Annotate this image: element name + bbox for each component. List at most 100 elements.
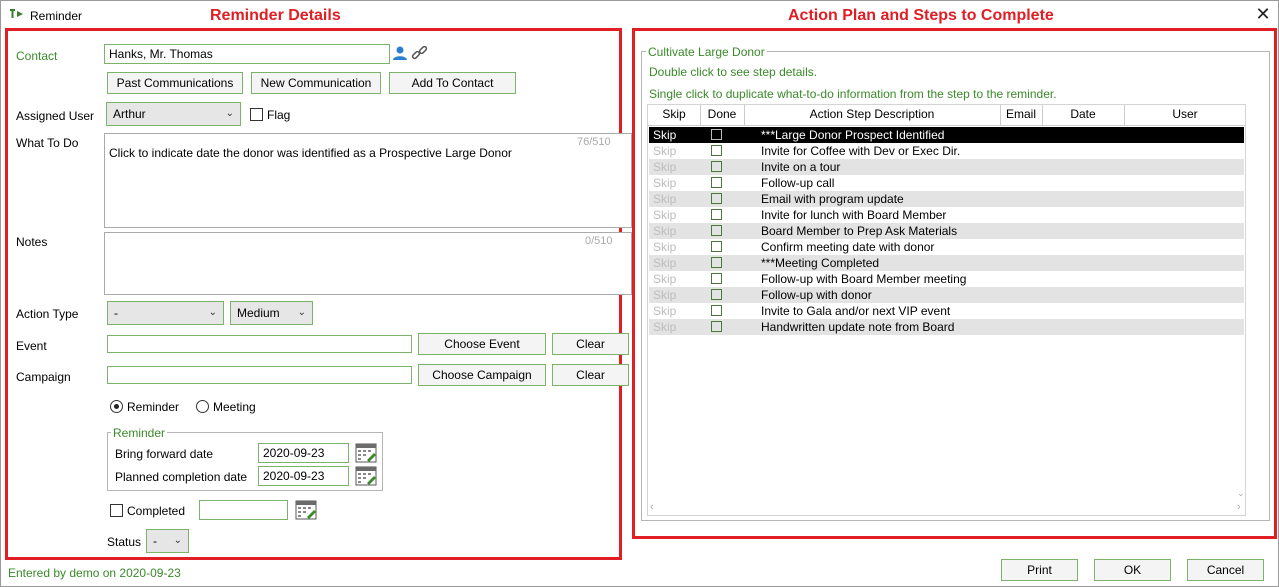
reminder-radio[interactable] (110, 400, 123, 413)
assigned-user-select[interactable]: Arthur ⌄ (106, 102, 241, 126)
calendar-icon[interactable] (295, 500, 317, 520)
skip-cell[interactable]: Skip (653, 255, 676, 271)
status-select[interactable]: - ⌄ (146, 529, 189, 553)
done-checkbox[interactable] (711, 209, 722, 220)
reminder-radio-label: Reminder (127, 400, 180, 414)
skip-cell[interactable]: Skip (653, 207, 676, 223)
table-row[interactable]: Skip Invite for Coffee with Dev or Exec D… (649, 143, 1244, 159)
action-plan-title: Cultivate Large Donor (646, 45, 767, 59)
done-checkbox[interactable] (711, 273, 722, 284)
new-communication-button[interactable]: New Communication (251, 72, 381, 94)
done-checkbox[interactable] (711, 241, 722, 252)
flag-checkbox[interactable] (250, 108, 263, 121)
person-icon[interactable] (392, 45, 408, 61)
skip-cell[interactable]: Skip (653, 143, 676, 159)
plan-hint-double-click: Double click to see step details. (649, 65, 818, 79)
table-row[interactable]: Skip Email with program update (649, 191, 1244, 207)
notes-label: Notes (16, 235, 48, 249)
priority-select[interactable]: Medium ⌄ (230, 301, 313, 325)
meeting-radio[interactable] (196, 400, 209, 413)
table-row[interactable]: Skip Invite for lunch with Board Member (649, 207, 1244, 223)
what-to-do-counter: 76/510 (577, 136, 611, 148)
choose-event-button[interactable]: Choose Event (418, 333, 546, 355)
close-icon[interactable]: ✕ (1254, 5, 1272, 23)
what-to-do-label: What To Do (16, 136, 79, 150)
done-checkbox[interactable] (711, 129, 722, 140)
table-row[interactable]: Skip ***Meeting Completed (649, 255, 1244, 271)
done-checkbox[interactable] (711, 305, 722, 316)
step-description: Invite on a tour (761, 160, 841, 174)
clear-event-button[interactable]: Clear (552, 333, 629, 355)
action-steps-grid[interactable]: Skip Done Action Step Description Email … (647, 104, 1246, 516)
campaign-label: Campaign (16, 370, 71, 384)
notes-counter: 0/510 (585, 235, 613, 247)
skip-cell[interactable]: Skip (653, 127, 676, 143)
completed-date-field[interactable] (199, 500, 288, 520)
done-checkbox[interactable] (711, 161, 722, 172)
table-row[interactable]: Skip Handwritten update note from Board (649, 319, 1244, 335)
skip-cell[interactable]: Skip (653, 303, 676, 319)
skip-cell[interactable]: Skip (653, 239, 676, 255)
step-description: Confirm meeting date with donor (761, 240, 935, 254)
status-value: - (153, 534, 157, 548)
skip-cell[interactable]: Skip (653, 319, 676, 335)
table-row[interactable]: Skip Invite on a tour (649, 159, 1244, 175)
done-checkbox[interactable] (711, 321, 722, 332)
link-icon[interactable] (411, 44, 429, 62)
col-email[interactable]: Email (1000, 107, 1042, 121)
done-checkbox[interactable] (711, 289, 722, 300)
col-date[interactable]: Date (1042, 107, 1124, 121)
bring-forward-label: Bring forward date (115, 447, 214, 461)
done-checkbox[interactable] (711, 177, 722, 188)
add-to-contact-button[interactable]: Add To Contact (389, 72, 516, 94)
what-to-do-text: Click to indicate date the donor was ide… (109, 146, 512, 160)
col-user[interactable]: User (1124, 107, 1246, 121)
table-row[interactable]: Skip Confirm meeting date with donor (649, 239, 1244, 255)
annotation-action-plan: Action Plan and Steps to Complete (788, 7, 1054, 24)
completed-label: Completed (127, 504, 186, 518)
planned-completion-date-field[interactable]: 2020-09-23 (258, 466, 349, 486)
cancel-button[interactable]: Cancel (1187, 559, 1264, 581)
table-row[interactable]: Skip Invite to Gala and/or next VIP event (649, 303, 1244, 319)
annotation-reminder-details: Reminder Details (210, 7, 341, 24)
col-skip[interactable]: Skip (648, 107, 700, 121)
scroll-right-icon[interactable]: › (1237, 501, 1241, 513)
skip-cell[interactable]: Skip (653, 175, 676, 191)
table-row[interactable]: Skip Follow-up with donor (649, 287, 1244, 303)
choose-campaign-button[interactable]: Choose Campaign (418, 364, 546, 386)
completed-checkbox[interactable] (110, 504, 123, 517)
scroll-down-icon[interactable]: ⌄ (1237, 488, 1245, 499)
col-description[interactable]: Action Step Description (744, 107, 1000, 121)
chevron-down-icon: ⌄ (225, 108, 234, 119)
done-checkbox[interactable] (711, 257, 722, 268)
skip-cell[interactable]: Skip (653, 271, 676, 287)
table-row[interactable]: Skip ***Large Donor Prospect Identified (649, 127, 1244, 143)
skip-cell[interactable]: Skip (653, 287, 676, 303)
event-input[interactable] (107, 335, 412, 353)
action-type-select[interactable]: - ⌄ (107, 301, 224, 325)
past-communications-button[interactable]: Past Communications (107, 72, 243, 94)
done-checkbox[interactable] (711, 225, 722, 236)
bring-forward-date-field[interactable]: 2020-09-23 (258, 443, 349, 463)
step-description: Invite to Gala and/or next VIP event (761, 304, 951, 318)
skip-cell[interactable]: Skip (653, 159, 676, 175)
done-checkbox[interactable] (711, 145, 722, 156)
col-done[interactable]: Done (700, 107, 744, 121)
calendar-icon[interactable] (355, 466, 377, 486)
table-row[interactable]: Skip Board Member to Prep Ask Materials (649, 223, 1244, 239)
table-row[interactable]: Skip Follow-up with Board Member meeting (649, 271, 1244, 287)
what-to-do-textarea[interactable]: Click to indicate date the donor was ide… (104, 133, 632, 228)
clear-campaign-button[interactable]: Clear (552, 364, 629, 386)
print-button[interactable]: Print (1001, 559, 1078, 581)
skip-cell[interactable]: Skip (653, 191, 676, 207)
contact-field[interactable]: Hanks, Mr. Thomas (104, 44, 390, 64)
ok-button[interactable]: OK (1094, 559, 1171, 581)
step-description: Invite for lunch with Board Member (761, 208, 947, 222)
notes-textarea[interactable] (104, 232, 632, 295)
table-row[interactable]: Skip Follow-up call (649, 175, 1244, 191)
calendar-icon[interactable] (355, 443, 377, 463)
skip-cell[interactable]: Skip (653, 223, 676, 239)
done-checkbox[interactable] (711, 193, 722, 204)
campaign-input[interactable] (107, 366, 412, 384)
scroll-left-icon[interactable]: ‹ (650, 501, 654, 513)
